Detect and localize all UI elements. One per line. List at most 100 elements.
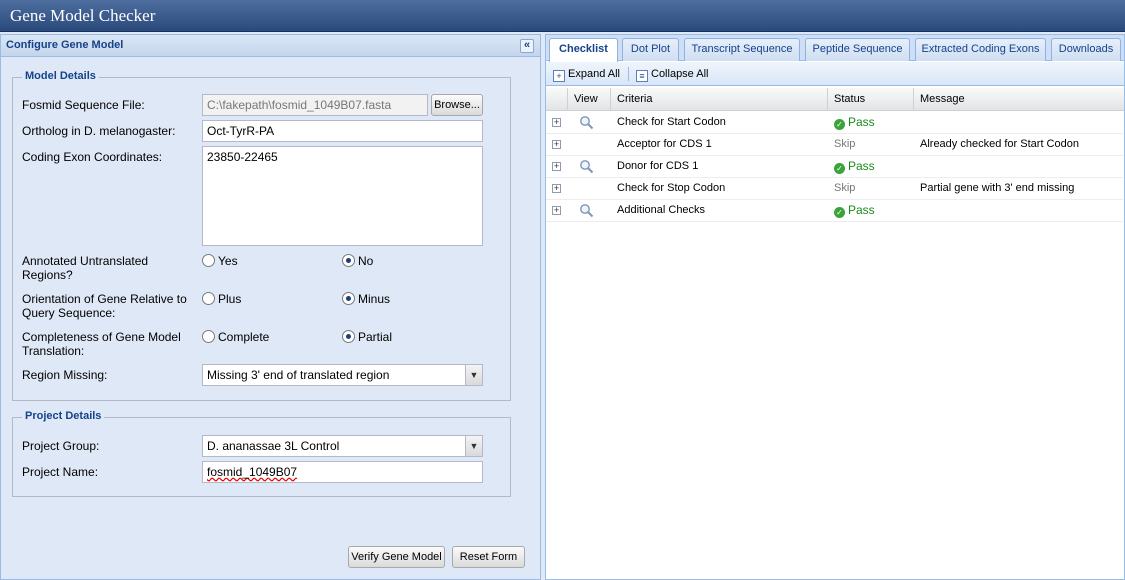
tab-transcript-sequence[interactable]: Transcript Sequence: [684, 38, 800, 61]
collapse-all-icon: ≡: [636, 70, 648, 82]
configure-panel: Configure Gene Model « Model Details Fos…: [0, 34, 541, 580]
radio-label: No: [358, 254, 374, 268]
status-badge: Pass: [848, 159, 875, 173]
check-circle-icon: ✓: [834, 119, 845, 130]
view-column-header[interactable]: View: [568, 88, 611, 111]
criteria-cell: Check for Start Codon: [617, 116, 726, 128]
status-cell: ✓ Pass: [834, 200, 875, 222]
fosmid-file-input[interactable]: C:\fakepath\fosmid_1049B07.fasta: [202, 94, 428, 116]
tab-downloads[interactable]: Downloads: [1051, 38, 1121, 61]
criteria-cell: Check for Stop Codon: [617, 182, 726, 194]
status-badge: Pass: [848, 203, 875, 217]
radio-circle-selected: [342, 292, 355, 305]
tab-dot-plot[interactable]: Dot Plot: [622, 38, 679, 61]
select-value: D. ananassae 3L Control: [207, 439, 340, 453]
plus-box-icon[interactable]: +: [552, 140, 561, 149]
app-title: Gene Model Checker: [10, 6, 156, 25]
utr-yes-radio[interactable]: Yes: [202, 254, 238, 268]
tab-strip: Checklist Dot Plot Transcript Sequence P…: [546, 35, 1124, 62]
configure-panel-header: Configure Gene Model «: [1, 35, 540, 57]
ortholog-label: Ortholog in D. melanogaster:: [22, 124, 176, 138]
radio-label: Plus: [218, 292, 242, 306]
chevron-down-icon[interactable]: ▼: [465, 436, 482, 456]
browse-button[interactable]: Browse...: [431, 94, 483, 116]
project-group-select[interactable]: D. ananassae 3L Control ▼: [202, 435, 483, 457]
select-value: Missing 3' end of translated region: [207, 368, 390, 382]
radio-circle: [202, 330, 215, 343]
orientation-plus-radio[interactable]: Plus: [202, 292, 241, 306]
radio-circle: [202, 292, 215, 305]
orientation-label: Orientation of Gene Relative to Query Se…: [22, 292, 187, 320]
orientation-minus-radio[interactable]: Minus: [342, 292, 390, 306]
toolbar-separator: [628, 67, 629, 81]
chevron-down-icon[interactable]: ▼: [465, 365, 482, 385]
project-name-label: Project Name:: [22, 465, 99, 479]
table-row[interactable]: + Donor for CDS 1 ✓ Pass: [546, 156, 1123, 178]
expand-all-label: Expand All: [568, 68, 620, 80]
reset-form-button[interactable]: Reset Form: [452, 546, 525, 568]
tab-checklist[interactable]: Checklist: [549, 38, 618, 62]
panel-title: Configure Gene Model: [6, 39, 124, 51]
status-cell: Skip: [834, 178, 855, 200]
criteria-cell: Additional Checks: [617, 204, 706, 216]
check-circle-icon: ✓: [834, 163, 845, 174]
radio-circle-selected: [342, 254, 355, 267]
radio-circle-selected: [342, 330, 355, 343]
radio-label: Partial: [358, 330, 393, 344]
checklist-grid-header: View Criteria Status Message: [546, 88, 1124, 111]
project-name-value: fosmid_1049B07: [207, 465, 298, 479]
tab-extracted-coding-exons[interactable]: Extracted Coding Exons: [915, 38, 1046, 61]
completeness-complete-radio[interactable]: Complete: [202, 330, 269, 344]
utr-label: Annotated Untranslated Regions?: [22, 254, 149, 282]
table-row[interactable]: + Additional Checks ✓ Pass: [546, 200, 1123, 222]
message-cell: Already checked for Start Codon: [920, 138, 1079, 150]
region-missing-label: Region Missing:: [22, 368, 108, 382]
message-column-header[interactable]: Message: [914, 88, 1124, 111]
status-cell: ✓ Pass: [834, 156, 875, 178]
collapse-all-button[interactable]: ≡ Collapse All: [636, 67, 708, 82]
check-circle-icon: ✓: [834, 207, 845, 218]
utr-no-radio[interactable]: No: [342, 254, 373, 268]
criteria-cell: Donor for CDS 1: [617, 160, 699, 172]
status-badge: Skip: [834, 182, 856, 194]
project-name-input[interactable]: fosmid_1049B07: [202, 461, 483, 483]
fosmid-label: Fosmid Sequence File:: [22, 98, 145, 112]
collapse-panel-button[interactable]: «: [520, 39, 534, 53]
coords-label: Coding Exon Coordinates:: [22, 150, 163, 164]
expander-column-header: [546, 88, 568, 111]
completeness-label: Completeness of Gene Model Translation:: [22, 330, 181, 358]
magnifier-icon[interactable]: [579, 159, 594, 174]
project-details-fieldset: Project Details: [12, 410, 511, 497]
results-panel: Checklist Dot Plot Transcript Sequence P…: [545, 34, 1125, 580]
completeness-partial-radio[interactable]: Partial: [342, 330, 392, 344]
plus-box-icon[interactable]: +: [552, 118, 561, 127]
verify-gene-model-button[interactable]: Verify Gene Model: [348, 546, 445, 568]
plus-box-icon[interactable]: +: [552, 206, 561, 215]
status-cell: ✓ Pass: [834, 112, 875, 134]
table-row[interactable]: + Acceptor for CDS 1 Skip Already checked f…: [546, 134, 1123, 156]
plus-box-icon[interactable]: +: [552, 184, 561, 193]
expand-all-button[interactable]: + Expand All: [553, 67, 620, 82]
table-row[interactable]: + Check for Start Codon ✓ Pass: [546, 112, 1123, 134]
magnifier-icon[interactable]: [579, 115, 594, 130]
criteria-cell: Acceptor for CDS 1: [617, 138, 712, 150]
ortholog-input[interactable]: Oct-TyrR-PA: [202, 120, 483, 142]
status-cell: Skip: [834, 134, 855, 156]
tab-peptide-sequence[interactable]: Peptide Sequence: [805, 38, 910, 61]
criteria-column-header[interactable]: Criteria: [611, 88, 828, 111]
table-row[interactable]: + Check for Stop Codon Skip Partial gene wi…: [546, 178, 1123, 200]
radio-label: Complete: [218, 330, 270, 344]
message-cell: Partial gene with 3' end missing: [920, 182, 1075, 194]
radio-circle: [202, 254, 215, 267]
plus-box-icon[interactable]: +: [552, 162, 561, 171]
checklist-toolbar: + Expand All ≡ Collapse All: [546, 62, 1124, 86]
coords-textarea[interactable]: 23850-22465: [202, 146, 483, 246]
status-badge: Pass: [848, 115, 875, 129]
magnifier-icon[interactable]: [579, 203, 594, 218]
app-header: Gene Model Checker: [0, 0, 1125, 32]
radio-label: Minus: [358, 292, 391, 306]
region-missing-select[interactable]: Missing 3' end of translated region ▼: [202, 364, 483, 386]
status-badge: Skip: [834, 138, 856, 150]
status-column-header[interactable]: Status: [828, 88, 914, 111]
double-chevron-left-icon: «: [523, 39, 531, 51]
